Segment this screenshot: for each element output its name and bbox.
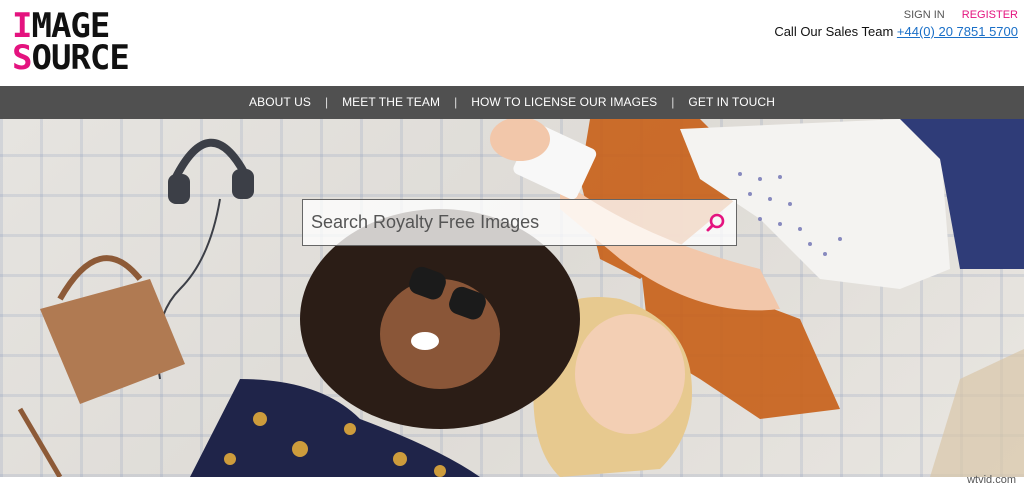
site-header: IMAGE SOURCE SIGN IN REGISTER Call Our S… [0,0,1024,86]
nav-meet-the-team[interactable]: MEET THE TEAM [328,86,454,119]
search-button[interactable] [696,200,736,245]
logo-initial-2: S [12,38,33,78]
watermark: wtvid.com [967,474,1016,486]
nav-about-us[interactable]: ABOUT US [235,86,325,119]
nav-get-in-touch[interactable]: GET IN TOUCH [674,86,789,119]
magnifier-icon [706,213,725,231]
page: IMAGE SOURCE SIGN IN REGISTER Call Our S… [0,0,1024,489]
logo[interactable]: IMAGE SOURCE [12,9,157,75]
hero-photo [17,119,1024,477]
register-link[interactable]: REGISTER [962,9,1018,21]
sales-contact: Call Our Sales Team +44(0) 20 7851 5700 [774,24,1018,40]
header-right: SIGN IN REGISTER Call Our Sales Team +44… [774,9,1018,40]
search-bar [302,199,737,246]
nav-how-to-license[interactable]: HOW TO LICENSE OUR IMAGES [457,86,671,119]
sales-label: Call Our Sales Team [774,24,894,39]
logo-line-2: SOURCE [12,41,157,75]
search-input[interactable] [303,200,696,245]
auth-links: SIGN IN REGISTER [774,9,1018,22]
main-nav: ABOUT US | MEET THE TEAM | HOW TO LICENS… [0,86,1024,119]
hero-banner [0,119,1024,477]
sales-phone-link[interactable]: +44(0) 20 7851 5700 [897,24,1018,39]
sign-in-link[interactable]: SIGN IN [904,9,945,21]
logo-rest-2: OURCE [31,38,129,78]
